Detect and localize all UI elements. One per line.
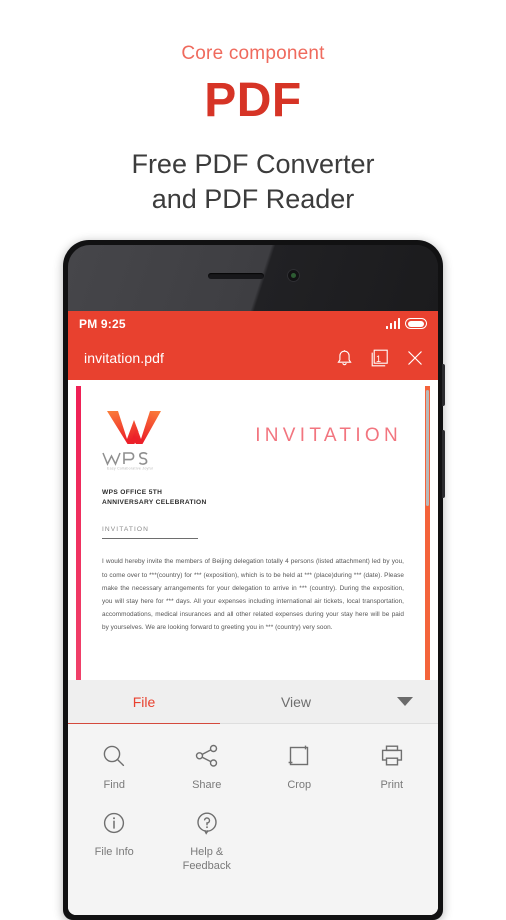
pdf-event-line1: WPS OFFICE 5TH <box>102 489 163 496</box>
signal-bars-icon <box>385 318 400 329</box>
action-placeholder <box>253 809 346 890</box>
earpiece-speaker-icon <box>208 273 264 279</box>
action-row: File Info Help & Feedback <box>68 809 438 890</box>
action-grid: Find Share Crop Print File Info Help & F… <box>68 724 438 915</box>
tab-file[interactable]: File <box>68 680 220 724</box>
document-name: invitation.pdf <box>84 350 165 366</box>
promo-subtitle-line1: Free PDF Converter <box>131 149 375 179</box>
promo-title: PDF <box>204 74 302 127</box>
document-viewer[interactable]: Easy Collaborative Joyful INVITATION WPS… <box>68 380 438 680</box>
panel-tabstrip: File View <box>68 680 438 724</box>
document-tabs-icon[interactable]: 1 <box>370 349 389 368</box>
status-bar: PM 9:25 <box>68 311 438 336</box>
action-share[interactable]: Share <box>161 742 254 809</box>
promo-header: Core component PDF Free PDF Converter an… <box>0 0 506 216</box>
promo-subtitle-line2: and PDF Reader <box>151 183 355 214</box>
print-icon <box>346 742 439 770</box>
pdf-page: Easy Collaborative Joyful INVITATION WPS… <box>76 386 430 680</box>
action-placeholder <box>346 809 439 890</box>
action-crop[interactable]: Crop <box>253 742 346 809</box>
wps-wordmark-icon <box>102 452 148 466</box>
action-print-label: Print <box>380 779 404 791</box>
action-help-line2: Feedback <box>182 859 231 872</box>
status-indicators <box>385 318 427 329</box>
volume-button[interactable] <box>442 430 445 498</box>
chevron-down-icon <box>397 697 413 706</box>
close-icon[interactable] <box>406 349 424 367</box>
pdf-event-heading: WPS OFFICE 5TH ANNIVERSARY CELEBRATION <box>102 488 404 508</box>
pdf-page-content: Easy Collaborative Joyful INVITATION WPS… <box>102 408 404 634</box>
pdf-body-text: I would hereby invite the members of Bei… <box>102 558 404 632</box>
action-help-line1: Help & <box>190 845 224 858</box>
panel-collapse-button[interactable] <box>372 680 438 723</box>
info-icon <box>68 809 161 837</box>
action-help-feedback-label: Help & Feedback <box>161 846 254 874</box>
action-file-info-label: File Info <box>94 845 134 858</box>
action-crop-label: Crop <box>287 779 312 791</box>
battery-full-icon <box>405 318 427 329</box>
search-icon <box>68 742 161 770</box>
tab-view-label: View <box>280 693 312 710</box>
phone-mockup: PM 9:25 invitation.pdf 1 Easy Collaborat… <box>63 240 445 920</box>
pdf-salutation: INVITATION <box>102 526 198 540</box>
action-find-label: Find <box>103 779 125 791</box>
pdf-header: Easy Collaborative Joyful INVITATION <box>102 408 404 482</box>
action-file-info[interactable]: File Info <box>68 809 161 890</box>
toolbar-actions: 1 <box>336 349 424 368</box>
document-tabs-count: 1 <box>375 354 381 364</box>
pdf-title: INVITATION <box>255 425 402 446</box>
share-icon <box>161 742 254 770</box>
pdf-event-line2: ANNIVERSARY CELEBRATION <box>102 499 207 507</box>
status-time: PM 9:25 <box>79 316 126 331</box>
page-left-accent-bar <box>76 386 81 680</box>
action-row: Find Share Crop Print <box>68 742 438 809</box>
tab-view[interactable]: View <box>220 680 372 723</box>
vertical-scrollbar[interactable] <box>426 390 429 506</box>
action-share-label: Share <box>192 779 222 791</box>
wps-tagline: Easy Collaborative Joyful <box>107 467 154 472</box>
action-help-feedback[interactable]: Help & Feedback <box>161 809 254 890</box>
action-find[interactable]: Find <box>68 742 161 809</box>
action-print[interactable]: Print <box>346 742 439 809</box>
front-camera-icon <box>287 269 300 282</box>
tab-file-label: File <box>132 693 156 710</box>
promo-subtitle: Free PDF Converter and PDF Reader <box>0 147 506 216</box>
app-toolbar: invitation.pdf 1 <box>68 336 438 380</box>
help-icon <box>161 809 254 837</box>
crop-icon <box>253 742 346 770</box>
bell-icon[interactable] <box>336 349 353 368</box>
wps-logo: Easy Collaborative Joyful <box>102 408 174 471</box>
wps-w-mark-icon <box>107 411 161 444</box>
app-screen: PM 9:25 invitation.pdf 1 Easy Collaborat… <box>68 311 438 915</box>
power-button[interactable] <box>442 364 445 406</box>
promo-kicker: Core component <box>181 43 325 64</box>
phone-screen-glass: PM 9:25 invitation.pdf 1 Easy Collaborat… <box>68 245 438 915</box>
